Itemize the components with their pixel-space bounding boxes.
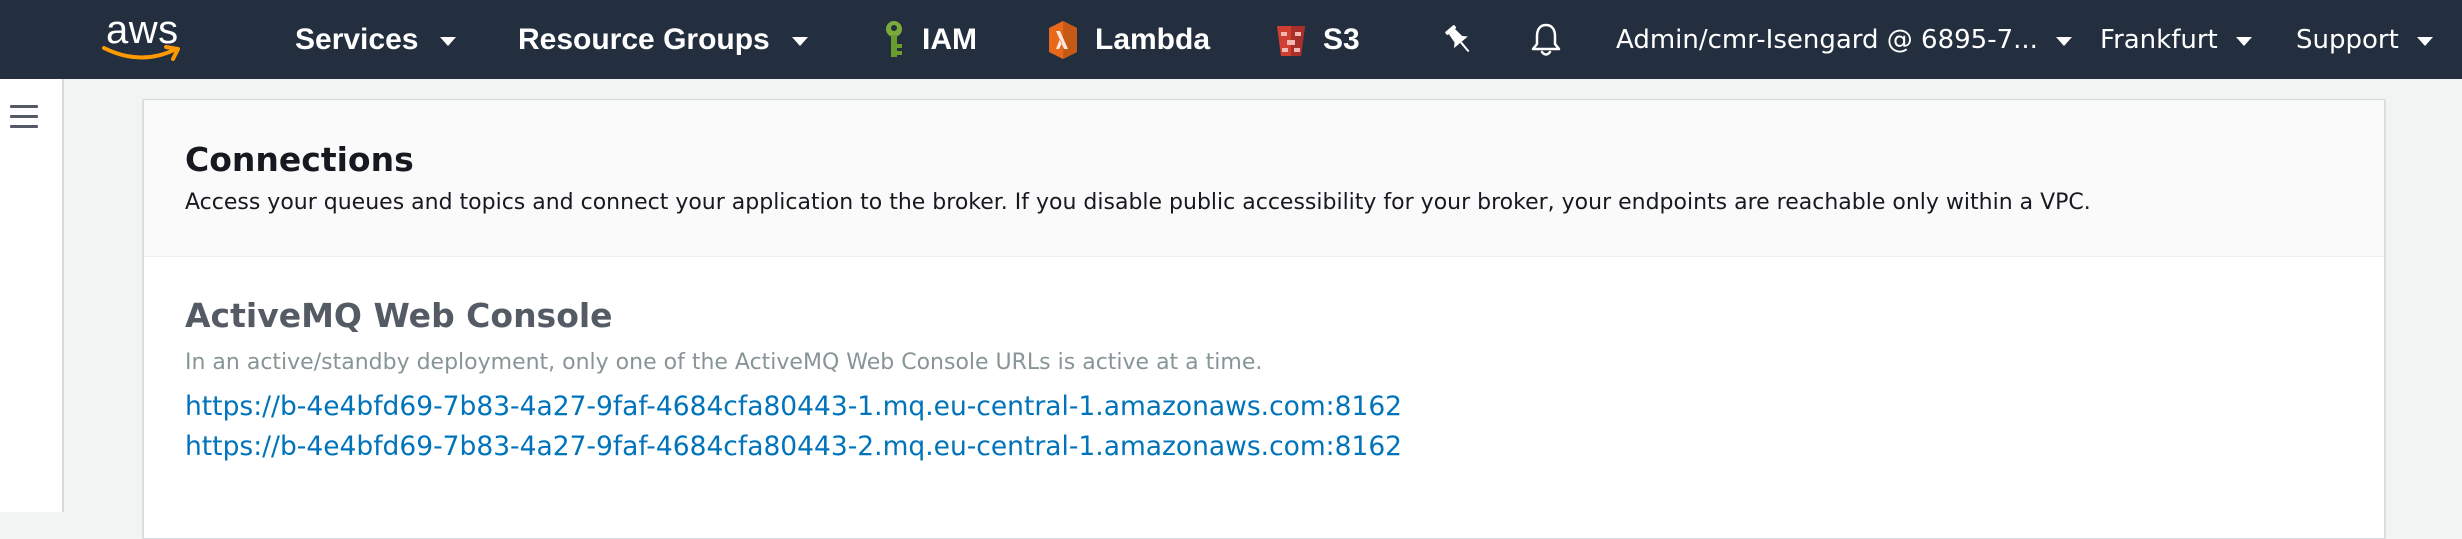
lambda-icon [1047,20,1079,60]
section-title: ActiveMQ Web Console [185,296,613,335]
web-console-url-link[interactable]: https://b-4e4bfd69-7b83-4a27-9faf-4684cf… [185,431,1402,462]
account-label: Admin/cmr-Isengard @ 6895-7... [1616,24,2038,55]
chevron-down-icon [2055,36,2072,46]
notifications-button[interactable] [1530,0,1562,79]
panel-description: Access your queues and topics and connec… [185,190,2091,215]
chevron-down-icon [791,36,808,46]
section-note: In an active/standby deployment, only on… [185,350,1263,375]
chevron-down-icon [2416,36,2433,46]
pinned-service-iam[interactable]: IAM [882,0,977,79]
services-menu[interactable]: Services [295,0,457,79]
connections-panel: Connections Access your queues and topic… [143,99,2385,539]
resource-groups-menu[interactable]: Resource Groups [518,0,808,79]
pinned-service-s3[interactable]: S3 [1275,0,1360,79]
pin-button[interactable] [1444,0,1474,79]
aws-logo[interactable]: aws [98,0,188,79]
support-menu[interactable]: Support [2296,0,2433,79]
s3-bucket-icon [1275,20,1307,60]
region-menu[interactable]: Frankfurt [2100,0,2252,79]
hamburger-menu-icon[interactable] [10,105,40,131]
side-navigation-rail [0,79,64,512]
account-menu[interactable]: Admin/cmr-Isengard @ 6895-7... [1616,0,2072,79]
aws-smile-icon [102,45,180,61]
chevron-down-icon [440,36,457,46]
pinned-service-lambda[interactable]: Lambda [1047,0,1210,79]
web-console-url-link[interactable]: https://b-4e4bfd69-7b83-4a27-9faf-4684cf… [185,391,1402,422]
resource-groups-label: Resource Groups [518,22,770,56]
services-label: Services [295,22,419,56]
iam-key-icon [882,20,906,60]
panel-header: Connections Access your queues and topic… [144,100,2384,257]
iam-label: IAM [922,22,977,56]
region-label: Frankfurt [2100,24,2218,55]
top-navigation-bar: aws Services Resource Groups IAM Lambda … [0,0,2462,79]
s3-label: S3 [1323,22,1360,56]
pushpin-icon [1445,24,1470,52]
panel-title: Connections [185,140,414,179]
support-label: Support [2296,24,2399,55]
lambda-label: Lambda [1095,22,1211,56]
chevron-down-icon [2235,36,2252,46]
bell-icon [1531,23,1561,56]
